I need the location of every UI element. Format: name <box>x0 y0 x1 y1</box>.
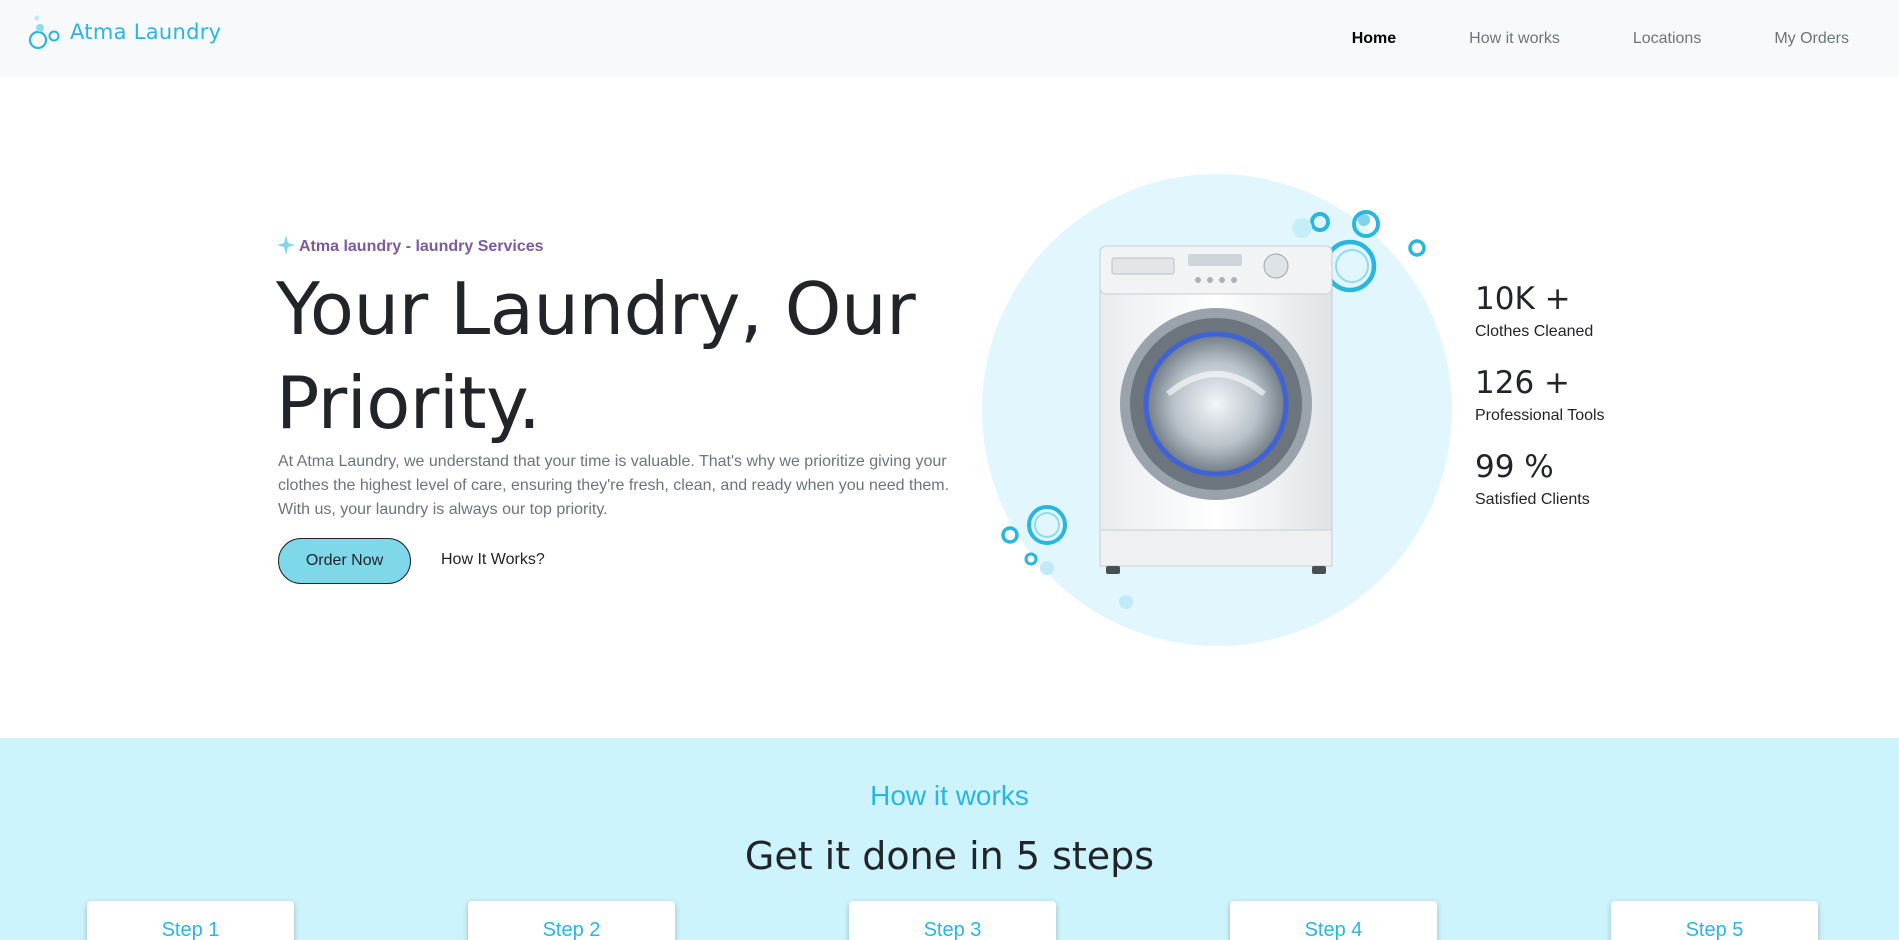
step-card-4[interactable]: Step 4 <box>1230 901 1437 940</box>
how-it-works-link[interactable]: How It Works? <box>441 551 545 569</box>
step-title: Step 4 <box>1304 919 1363 940</box>
stat-clothes-cleaned: 10K + Clothes Cleaned <box>1475 278 1605 344</box>
main-nav: Home How it works Locations My Orders <box>1279 0 1849 77</box>
brand-link[interactable]: Atma Laundry <box>28 12 221 52</box>
stat-professional-tools: 126 + Professional Tools <box>1475 362 1605 428</box>
stats-panel: 10K + Clothes Cleaned 126 + Professional… <box>1475 278 1605 530</box>
step-title: Step 1 <box>161 919 220 940</box>
stat-value: 10K + <box>1475 281 1571 317</box>
step-title: Step 2 <box>542 919 601 940</box>
nav-link-how-it-works[interactable]: How it works <box>1469 30 1560 48</box>
hero-tagline: Atma laundry - laundry Services <box>277 235 544 259</box>
hero-title-line-1: Your Laundry, Our <box>276 267 916 351</box>
stat-value: 99 % <box>1475 449 1554 485</box>
brand-name: Atma Laundry <box>70 20 222 44</box>
section-kicker: How it works <box>870 780 1029 811</box>
nav-link-my-orders[interactable]: My Orders <box>1774 30 1849 48</box>
section-title: Get it done in 5 steps <box>744 834 1155 878</box>
how-it-works-section: How it works Get it done in 5 steps Step… <box>0 738 1899 940</box>
sparkle-icon <box>277 235 295 259</box>
step-card-1[interactable]: Step 1 <box>87 901 294 940</box>
washing-machine-icon <box>1099 245 1333 574</box>
nav-link-home[interactable]: Home <box>1352 30 1396 48</box>
bubbles-logo-icon <box>28 12 66 52</box>
stat-satisfied-clients: 99 % Satisfied Clients <box>1475 446 1605 512</box>
step-title: Step 5 <box>1685 919 1744 940</box>
step-card-3[interactable]: Step 3 <box>849 901 1056 940</box>
order-now-button[interactable]: Order Now <box>278 538 411 584</box>
hero-title: Your Laundry, Our Priority. <box>276 262 976 450</box>
step-title: Step 3 <box>923 919 982 940</box>
stat-label: Professional Tools <box>1475 407 1605 424</box>
tagline-text: Atma laundry - laundry Services <box>299 238 544 255</box>
stat-label: Clothes Cleaned <box>1475 323 1594 340</box>
hero-title-line-2: Priority. <box>276 361 541 445</box>
stat-label: Satisfied Clients <box>1475 491 1590 508</box>
step-card-2[interactable]: Step 2 <box>468 901 675 940</box>
navbar: Atma Laundry Home How it works Locations… <box>0 0 1899 77</box>
step-card-5[interactable]: Step 5 <box>1611 901 1818 940</box>
hero-description: At Atma Laundry, we understand that your… <box>278 453 950 518</box>
nav-link-locations[interactable]: Locations <box>1633 30 1702 48</box>
stat-value: 126 + <box>1475 365 1570 401</box>
